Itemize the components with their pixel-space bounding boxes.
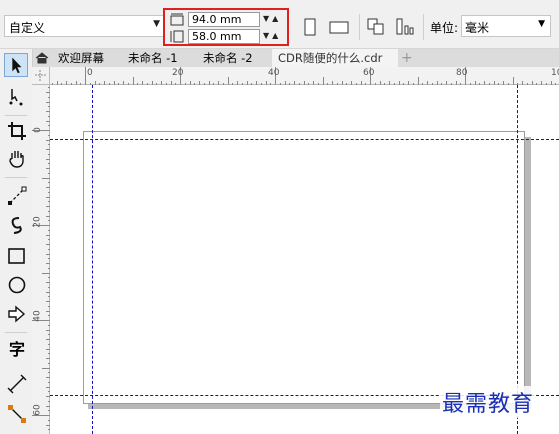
ruler-label: 40 xyxy=(32,310,43,322)
crop-tool-icon[interactable] xyxy=(7,121,27,141)
guideline-vertical[interactable] xyxy=(92,85,93,434)
tab-untitled-2[interactable]: 未命名 -2 xyxy=(197,49,273,67)
ruler-label: 20 xyxy=(172,68,184,78)
tab-label: 未命名 -1 xyxy=(128,51,178,65)
portrait-orientation-icon[interactable] xyxy=(300,16,320,38)
units-value: 毫米 xyxy=(465,21,490,35)
page-width-field[interactable]: 94.0 mm xyxy=(188,12,260,27)
pan-tool-icon[interactable] xyxy=(7,149,27,169)
vertical-ruler[interactable]: 0 20 40 60 xyxy=(32,85,50,434)
watermark-text: 最需教育 xyxy=(440,386,537,418)
ruler-label: 80 xyxy=(456,68,468,78)
toolbox-divider xyxy=(5,115,27,116)
units-select[interactable]: 毫米 ▼ xyxy=(461,15,551,37)
page-size-preset-select[interactable]: 自定义 ▼ xyxy=(4,15,164,37)
page-shadow xyxy=(525,137,531,409)
text-tool-icon[interactable]: 字 xyxy=(7,340,27,360)
chevron-down-icon: ▼ xyxy=(538,19,545,29)
ruler-origin[interactable] xyxy=(32,67,50,85)
guideline-vertical[interactable] xyxy=(517,85,518,434)
current-page-icon[interactable] xyxy=(395,16,415,38)
page-size-group: 94.0 mm ▼▲ 58.0 mm ▼▲ xyxy=(163,8,289,46)
ruler-origin-icon xyxy=(35,70,46,81)
vertical-ruler-ticks xyxy=(32,87,50,430)
home-icon[interactable] xyxy=(35,52,49,64)
width-spinner[interactable]: ▼▲ xyxy=(263,14,281,23)
shape-tool-icon[interactable] xyxy=(7,87,27,107)
landscape-orientation-icon[interactable] xyxy=(329,16,349,38)
freehand-tool-icon[interactable] xyxy=(7,186,27,206)
pick-tool-icon[interactable] xyxy=(4,53,28,77)
tab-untitled-1[interactable]: 未命名 -1 xyxy=(122,49,200,67)
ruler-label: 0 xyxy=(87,68,93,78)
connector-tool-icon[interactable] xyxy=(7,404,27,424)
ruler-label: 60 xyxy=(32,404,43,416)
tab-label: CDR随便的什么.cdr xyxy=(278,51,383,65)
toolbar-divider xyxy=(359,14,360,40)
height-spinner[interactable]: ▼▲ xyxy=(263,31,281,40)
units-label: 单位: xyxy=(430,21,459,35)
new-tab-button[interactable]: + xyxy=(398,49,418,67)
ruler-label: 20 xyxy=(32,216,43,228)
artistic-media-tool-icon[interactable] xyxy=(7,215,27,235)
dimension-tool-icon[interactable] xyxy=(7,374,27,394)
tab-label: 欢迎屏幕 xyxy=(58,51,104,65)
property-bar: 自定义 ▼ 94.0 mm ▼▲ 58.0 mm ▼▲ 单位: 毫米 ▼ xyxy=(0,0,559,49)
tab-active-document[interactable]: CDR随便的什么.cdr xyxy=(272,49,398,67)
preset-value: 自定义 xyxy=(9,21,46,35)
horizontal-ruler-ticks xyxy=(52,67,556,85)
guideline-horizontal[interactable] xyxy=(50,139,559,140)
page-width-icon xyxy=(170,13,184,26)
document-page[interactable] xyxy=(83,131,525,404)
plus-icon: + xyxy=(401,50,413,66)
ellipse-tool-icon[interactable] xyxy=(7,275,27,295)
page-height-row: 58.0 mm ▼▲ xyxy=(167,29,285,45)
document-tab-bar: 欢迎屏幕 未命名 -1 未命名 -2 CDR随便的什么.cdr + xyxy=(32,49,559,67)
page-height-field[interactable]: 58.0 mm xyxy=(188,29,260,44)
tab-welcome[interactable]: 欢迎屏幕 xyxy=(52,49,124,67)
toolbox-divider xyxy=(5,332,27,333)
all-pages-icon[interactable] xyxy=(366,16,386,38)
page-height-icon xyxy=(170,30,184,43)
arrow-shapes-tool-icon[interactable] xyxy=(7,304,27,324)
chevron-down-icon: ▼ xyxy=(153,19,160,29)
tab-label: 未命名 -2 xyxy=(203,51,253,65)
ruler-label: 40 xyxy=(268,68,280,78)
toolbox: 字 xyxy=(0,49,33,434)
ruler-label: 60 xyxy=(363,68,375,78)
horizontal-ruler[interactable]: 0 20 40 60 80 10 xyxy=(50,67,559,85)
page-width-row: 94.0 mm ▼▲ xyxy=(167,12,285,28)
toolbar-divider xyxy=(423,14,424,40)
ruler-label: 0 xyxy=(32,127,43,133)
rectangle-tool-icon[interactable] xyxy=(7,246,27,266)
toolbox-divider xyxy=(5,177,27,178)
ruler-label: 10 xyxy=(551,68,559,78)
